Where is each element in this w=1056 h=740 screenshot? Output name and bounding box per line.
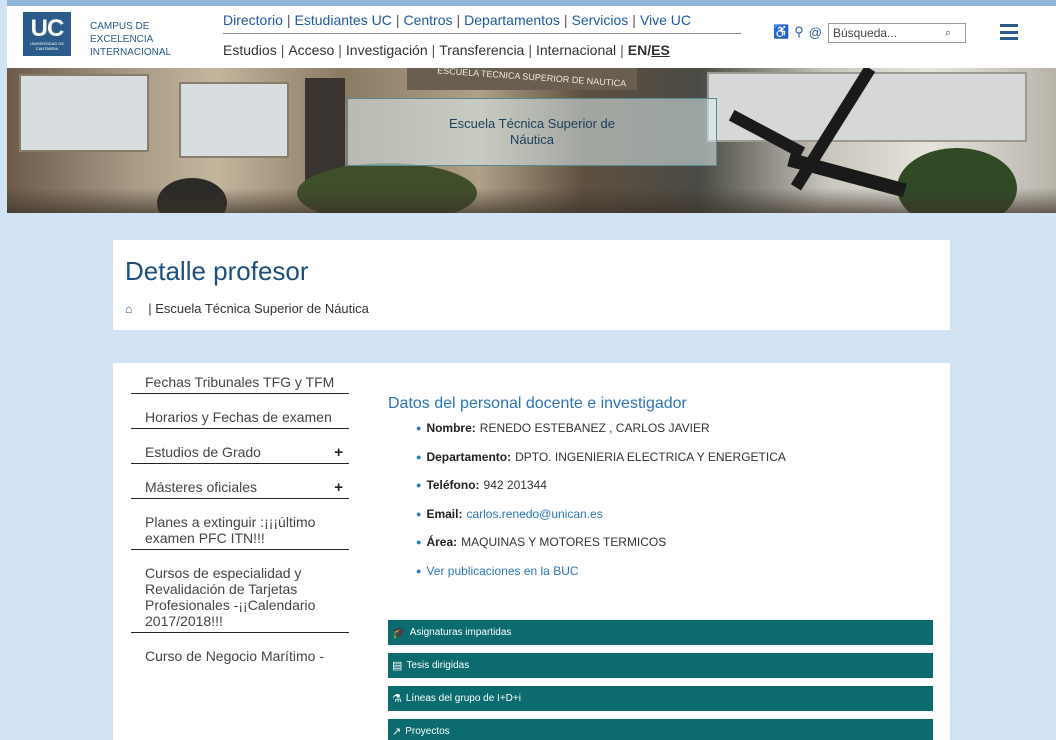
telefono-label: Teléfono: (426, 478, 480, 492)
page-header-card: Detalle profesor ⌂ | Escuela Técnica Sup… (113, 240, 950, 330)
nav-directorio[interactable]: Directorio (223, 12, 283, 28)
expand-icon[interactable]: + (334, 445, 343, 461)
section-tesis[interactable]: ▤ Tesis dirigidas (388, 653, 933, 678)
expand-icon[interactable]: + (334, 480, 343, 496)
nav-acceso[interactable]: Acceso (288, 42, 334, 58)
section-label: Líneas del grupo de I+D+i (405, 693, 521, 704)
book-icon: ▤ (392, 660, 403, 672)
menu-icon[interactable] (1000, 24, 1018, 40)
publicaciones-link[interactable]: Ver publicaciones en la BUC (426, 564, 578, 578)
banner-window (179, 82, 289, 158)
nav-vive-uc[interactable]: Vive UC (640, 12, 691, 28)
sidebar-item-label: Fechas Tribunales TFG y TFM (145, 374, 335, 390)
section-label: Tesis dirigidas (406, 660, 470, 671)
search-icon[interactable]: ⌕ (945, 27, 951, 40)
search-box: ⌕ (828, 23, 966, 43)
search-input[interactable] (833, 26, 945, 40)
email-link[interactable]: carlos.renedo@unican.es (466, 507, 602, 521)
banner-title-box: Escuela Técnica Superior de Náutica (347, 98, 717, 166)
sidebar-item-masteres[interactable]: Másteres oficiales + (131, 476, 349, 499)
flask-icon: ⚗ (392, 693, 402, 705)
nav-transferencia[interactable]: Transferencia (439, 42, 524, 58)
email-label: Email: (426, 506, 463, 521)
sidebar-item-label: Planes a extinguir :¡¡¡último examen PFC… (145, 514, 316, 546)
nombre-value: RENEDO ESTEBANEZ , CARLOS JAVIER (479, 421, 710, 435)
chart-icon: ↗ (392, 726, 402, 738)
top-navigation: Directorio | Estudiantes UC | Centros | Depart… (223, 12, 741, 34)
info-area: ● Área: MAQUINAS Y MOTORES TERMICOS (416, 535, 667, 549)
section-bars: 🎓 Asignaturas impartidas ▤ Tesis dirigid… (388, 620, 933, 740)
banner-window (19, 74, 149, 152)
campus-line-2: EXCELENCIA (90, 34, 154, 45)
sidebar-item-cursos[interactable]: Cursos de especialidad y Revalidación de… (131, 562, 349, 633)
campus-line-1: CAMPUS DE (90, 21, 150, 32)
nav-servicios[interactable]: Servicios (572, 12, 629, 28)
sidebar-item-label: Estudios de Grado (145, 444, 261, 460)
nav-centros[interactable]: Centros (403, 12, 452, 28)
sidebar: Fechas Tribunales TFG y TFM Horarios y F… (131, 371, 349, 679)
sidebar-item-tribunales[interactable]: Fechas Tribunales TFG y TFM (131, 371, 349, 394)
area-label: Área: (426, 535, 458, 549)
banner-title: Escuela Técnica Superior de Náutica (449, 116, 615, 147)
lang-es[interactable]: ES (651, 42, 670, 58)
nav-internacional[interactable]: Internacional (536, 42, 616, 58)
sidebar-item-negocio[interactable]: Curso de Negocio Marítimo - (131, 645, 349, 667)
nav-investigacion[interactable]: Investigación (346, 42, 428, 58)
section-lineas[interactable]: ⚗ Líneas del grupo de I+D+i (388, 686, 933, 711)
section-label: Asignaturas impartidas (409, 627, 512, 638)
sidebar-item-planes[interactable]: Planes a extinguir :¡¡¡último examen PFC… (131, 511, 349, 550)
at-icon[interactable]: @ (809, 25, 822, 40)
home-icon[interactable]: ⌂ (125, 302, 132, 316)
nav-estudios[interactable]: Estudios (223, 42, 277, 58)
section-proyectos[interactable]: ↗ Proyectos (388, 719, 933, 740)
sidebar-item-label: Curso de Negocio Marítimo - (145, 648, 324, 664)
departamento-label: Departamento: (426, 449, 512, 464)
section-label: Proyectos (405, 726, 450, 737)
banner-image: ESCUELA TECNICA SUPERIOR DE NAUTICA Escu… (7, 68, 1056, 213)
profile-info-list: ● Nombre: RENEDO ESTEBANEZ , CARLOS JAVIER… (416, 421, 933, 592)
nav-estudiantes[interactable]: Estudiantes UC (295, 12, 392, 28)
breadcrumb: ⌂ | Escuela Técnica Superior de Náutica (125, 301, 369, 316)
info-nombre: ● Nombre: RENEDO ESTEBANEZ , CARLOS JAVIER (416, 421, 710, 435)
profile-heading: Datos del personal docente e investigado… (388, 395, 687, 412)
nav-departamentos[interactable]: Departamentos (464, 12, 560, 28)
nombre-label: Nombre: (426, 421, 476, 435)
info-departamento: ● Departamento: DPTO. INGENIERIA ELECTRICA… (416, 449, 786, 464)
logo-subtext: UNIVERSIDAD DE CANTABRIA (29, 41, 64, 51)
secondary-navigation: Estudios | Acceso | Investigación | Transferen… (223, 42, 670, 58)
lang-en[interactable]: EN (628, 42, 647, 58)
section-asignaturas[interactable]: 🎓 Asignaturas impartidas (388, 620, 933, 645)
profile-details: Datos del personal docente e investigado… (388, 395, 933, 592)
sidebar-item-label: Cursos de especialidad y Revalidación de… (145, 565, 316, 629)
telefono-value: 942 201344 (483, 478, 547, 492)
sidebar-item-grado[interactable]: Estudios de Grado + (131, 441, 349, 464)
area-value: MAQUINAS Y MOTORES TERMICOS (461, 535, 667, 549)
content-card: Fechas Tribunales TFG y TFM Horarios y F… (113, 363, 950, 740)
info-publicaciones: ● Ver publicaciones en la BUC (416, 563, 579, 578)
departamento-value: DPTO. INGENIERIA ELECTRICA Y ENERGETICA (515, 449, 786, 464)
info-telefono: ● Teléfono: 942 201344 (416, 478, 547, 492)
sidebar-item-horarios[interactable]: Horarios y Fechas de examen (131, 406, 349, 429)
sidebar-item-label: Másteres oficiales (145, 479, 258, 495)
info-email: ● Email: carlos.renedo@unican.es (416, 506, 603, 521)
site-header: UC UNIVERSIDAD DE CANTABRIA CAMPUS DE EX… (7, 0, 1056, 68)
breadcrumb-item[interactable]: | Escuela Técnica Superior de Náutica (148, 301, 369, 316)
logo-text: UC (30, 15, 65, 42)
header-tools: ♿ ⚲ @ (773, 24, 822, 40)
graduation-cap-icon: 🎓 (392, 627, 406, 639)
page-title: Detalle profesor (125, 256, 309, 286)
uc-logo[interactable]: UC UNIVERSIDAD DE CANTABRIA (23, 12, 71, 56)
campus-line-3: INTERNACIONAL (90, 47, 172, 58)
location-icon[interactable]: ⚲ (794, 24, 804, 40)
campus-label: CAMPUS DE EXCELENCIA INTERNACIONAL (90, 20, 171, 59)
sidebar-item-label: Horarios y Fechas de examen (145, 409, 332, 425)
accessibility-icon[interactable]: ♿ (773, 24, 789, 40)
